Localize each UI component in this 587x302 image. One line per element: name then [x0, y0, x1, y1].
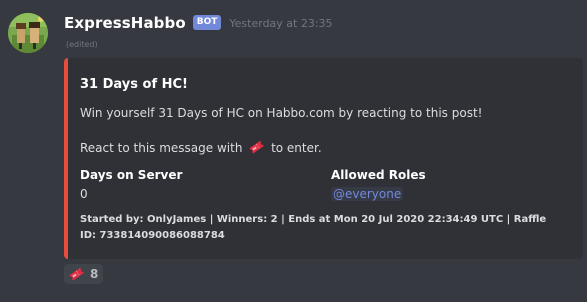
- reactions-bar: 8: [64, 264, 104, 284]
- bot-tag: BOT: [192, 14, 222, 30]
- field-allowed-roles: Allowed Roles @everyone: [331, 168, 426, 201]
- raffle-embed: 31 Days of HC! Win yourself 31 Days of H…: [64, 58, 583, 259]
- role-mention[interactable]: @everyone: [331, 187, 404, 201]
- avatar[interactable]: [8, 13, 48, 53]
- field-days-on-server: Days on Server 0: [80, 168, 182, 201]
- field-name: Allowed Roles: [331, 168, 426, 182]
- description-line-2-after: to enter.: [267, 141, 322, 155]
- reaction-ticket[interactable]: 8: [64, 264, 104, 284]
- chat-message: ExpressHabbo BOT Yesterday at 23:35 (edi…: [0, 0, 587, 302]
- description-gap: [80, 122, 575, 139]
- message-timestamp[interactable]: Yesterday at 23:35: [229, 17, 332, 30]
- ticket-icon: [68, 266, 85, 282]
- description-line-2: React to this message with to enter.: [80, 139, 575, 160]
- reaction-count: 8: [90, 267, 99, 281]
- embed-footer: Started by: OnlyJames | Winners: 2 | End…: [80, 214, 547, 241]
- embed-description: Win yourself 31 Days of HC on Habbo.com …: [80, 105, 575, 160]
- embed-title: 31 Days of HC!: [80, 77, 188, 92]
- ticket-icon: [248, 139, 265, 160]
- message-header: ExpressHabbo BOT Yesterday at 23:35: [64, 12, 333, 34]
- description-line-1: Win yourself 31 Days of HC on Habbo.com …: [80, 106, 483, 120]
- field-name: Days on Server: [80, 168, 183, 182]
- description-line-2-before: React to this message with: [80, 141, 247, 155]
- edited-label: (edited): [66, 40, 98, 49]
- author-name[interactable]: ExpressHabbo: [64, 14, 186, 32]
- field-value-wrapper: @everyone: [331, 187, 426, 201]
- field-value: 0: [80, 187, 88, 201]
- avatar-image: [8, 13, 48, 53]
